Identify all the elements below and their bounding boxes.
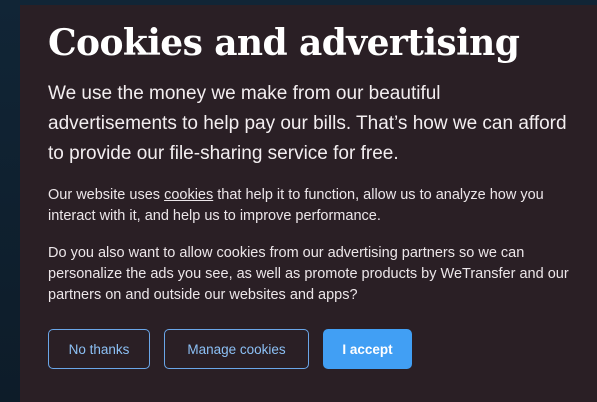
dialog-actions: No thanks Manage cookies I accept: [48, 329, 573, 369]
dialog-lead-text: We use the money we make from our beauti…: [48, 83, 567, 164]
no-thanks-button[interactable]: No thanks: [48, 329, 150, 369]
dialog-title: Cookies and advertising: [48, 22, 520, 64]
page-background: Cookies and advertising We use the money…: [0, 0, 597, 402]
accept-button[interactable]: I accept: [323, 329, 412, 369]
cookies-link[interactable]: cookies: [164, 187, 213, 203]
manage-cookies-button[interactable]: Manage cookies: [164, 329, 309, 369]
cookie-usage-paragraph: Our website uses cookies that help it to…: [48, 185, 576, 227]
advertising-consent-paragraph: Do you also want to allow cookies from o…: [48, 245, 569, 303]
cookie-usage-text-start: Our website uses: [48, 187, 165, 203]
cookie-consent-dialog: Cookies and advertising We use the money…: [20, 5, 597, 402]
